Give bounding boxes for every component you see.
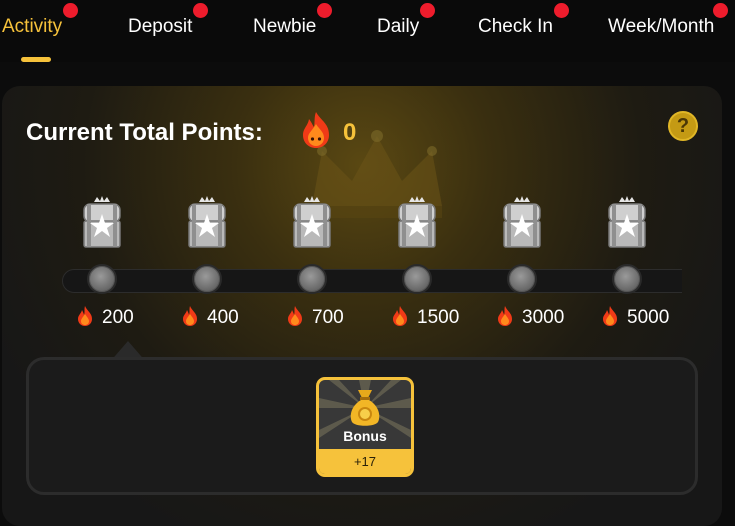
tab-check-in[interactable]: Check In	[478, 3, 569, 38]
fire-icon	[496, 305, 514, 327]
panel-title: Current Total Points:	[26, 119, 263, 146]
milestone-item[interactable]: 200	[62, 186, 142, 336]
fire-icon	[391, 305, 409, 327]
tab-label: Activity	[2, 16, 63, 37]
milestone-points: 1500	[417, 307, 460, 328]
milestone-label: 3000	[496, 305, 564, 329]
milestone-label: 200	[76, 305, 134, 329]
silver-chest-icon	[185, 196, 229, 252]
milestone-item[interactable]: 700	[272, 186, 352, 336]
notification-dot	[63, 3, 79, 18]
active-tab-indicator	[21, 57, 51, 62]
reward-panel: Bonus +17	[26, 357, 698, 495]
tab-daily[interactable]: Daily	[377, 3, 436, 38]
tab-week-month[interactable]: Week/Month	[608, 3, 729, 38]
tab-deposit[interactable]: Deposit	[128, 3, 209, 38]
milestone-item[interactable]: 5000	[587, 186, 669, 336]
milestone-track: 200 400 700 1500 3000 5000	[62, 186, 682, 336]
tab-newbie[interactable]: Newbie	[253, 3, 333, 38]
milestone-knob	[192, 264, 222, 294]
milestone-points: 200	[102, 307, 134, 328]
milestone-label: 700	[286, 305, 344, 329]
tab-bar: Activity Deposit Newbie Daily Check In W…	[0, 0, 735, 62]
tab-label: Newbie	[253, 16, 317, 37]
milestone-points: 3000	[522, 307, 565, 328]
reward-card-bonus[interactable]: Bonus +17	[316, 377, 414, 477]
milestone-item[interactable]: 1500	[377, 186, 459, 336]
milestone-label: 1500	[391, 305, 459, 329]
fire-icon	[286, 305, 304, 327]
tab-label: Daily	[377, 16, 420, 37]
points-value: 0	[343, 119, 357, 146]
silver-chest-icon	[80, 196, 124, 252]
fire-icon	[601, 305, 619, 327]
points-panel: Current Total Points: 0 ? 200 400 700 1500 3…	[2, 86, 722, 526]
milestone-knob	[297, 264, 327, 294]
silver-chest-icon	[395, 196, 439, 252]
money-bag-icon	[350, 390, 380, 426]
fire-icon	[181, 305, 199, 327]
silver-chest-icon	[290, 196, 334, 252]
milestone-label: 5000	[601, 305, 669, 329]
tab-label: Week/Month	[608, 16, 715, 37]
milestone-points: 400	[207, 307, 239, 328]
milestone-label: 400	[181, 305, 239, 329]
milestone-points: 5000	[627, 307, 670, 328]
milestone-knob	[87, 264, 117, 294]
milestone-knob	[507, 264, 537, 294]
tab-label: Deposit	[128, 16, 193, 37]
milestone-knob	[612, 264, 642, 294]
notification-dot	[420, 3, 436, 18]
milestone-item[interactable]: 3000	[482, 186, 564, 336]
fire-icon	[303, 112, 329, 148]
help-icon[interactable]: ?	[668, 111, 698, 141]
silver-chest-icon	[605, 196, 649, 252]
notification-dot	[553, 3, 569, 18]
tab-activity[interactable]: Activity	[2, 3, 79, 38]
milestone-item[interactable]: 400	[167, 186, 247, 336]
silver-chest-icon	[500, 196, 544, 252]
notification-dot	[317, 3, 333, 18]
milestone-knob	[402, 264, 432, 294]
fire-icon	[76, 305, 94, 327]
reward-name: Bonus	[343, 428, 387, 444]
milestone-points: 700	[312, 307, 344, 328]
notification-dot	[193, 3, 209, 18]
notification-dot	[713, 3, 729, 18]
reward-amount: +17	[319, 449, 411, 474]
tab-label: Check In	[478, 16, 553, 37]
